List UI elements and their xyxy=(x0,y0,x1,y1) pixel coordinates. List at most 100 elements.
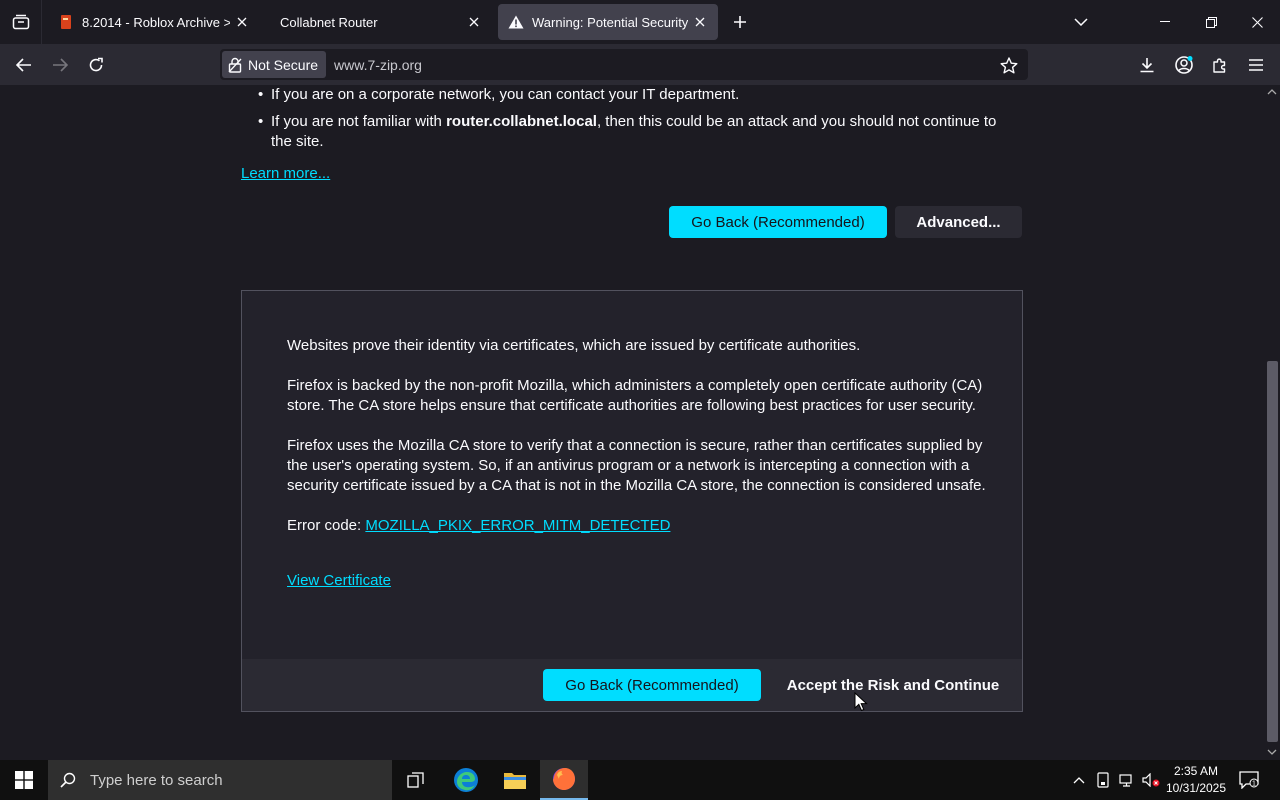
advanced-button[interactable]: Advanced... xyxy=(895,206,1022,238)
page-content: If you are on a corporate network, you c… xyxy=(0,85,1264,760)
tab-label: Warning: Potential Security Risk xyxy=(532,14,688,30)
taskbar-search-box[interactable]: Type here to search xyxy=(48,760,392,800)
navigation-toolbar: Not Secure www.7-zip.org xyxy=(0,44,1280,85)
page-scrollbar[interactable] xyxy=(1264,85,1280,760)
close-window-button[interactable] xyxy=(1234,0,1280,44)
clock-time: 2:35 AM xyxy=(1173,764,1219,778)
account-icon xyxy=(1175,56,1193,74)
puzzle-icon xyxy=(1213,58,1226,73)
info-paragraph: Firefox uses the Mozilla CA store to ver… xyxy=(287,437,986,494)
warning-icon xyxy=(508,14,524,30)
go-back-button[interactable]: Go Back (Recommended) xyxy=(669,206,887,238)
list-item: If you are on a corporate network, you c… xyxy=(258,85,1018,105)
firefox-view-button[interactable] xyxy=(0,0,42,44)
extensions-button[interactable] xyxy=(1205,50,1235,80)
firefox-taskbar-button[interactable] xyxy=(540,760,588,800)
site-security-button[interactable]: Not Secure xyxy=(222,51,327,78)
hostname: router.collabnet.local xyxy=(446,113,597,130)
advanced-info-text: Websites prove their identity via certif… xyxy=(287,336,987,611)
learn-more-link[interactable]: Learn more... xyxy=(241,165,330,182)
account-button[interactable] xyxy=(1169,50,1199,80)
windows-logo-icon xyxy=(15,771,33,789)
search-placeholder: Type here to search xyxy=(90,771,223,789)
accept-risk-button[interactable]: Accept the Risk and Continue xyxy=(769,669,1017,701)
view-certificate-link[interactable]: View Certificate xyxy=(287,572,391,589)
star-icon xyxy=(1000,56,1018,73)
restore-icon xyxy=(1205,16,1217,28)
chevron-down-icon xyxy=(1074,18,1088,26)
tab-bar: 8.2014 - Roblox Archive > Client Collabn… xyxy=(0,0,1280,44)
device-icon xyxy=(1097,772,1109,788)
reload-icon xyxy=(89,57,103,72)
tab-security-warning[interactable]: Warning: Potential Security Risk xyxy=(498,4,718,40)
chevron-up-icon xyxy=(1073,776,1085,783)
list-item: If you are not familiar with router.coll… xyxy=(258,112,1018,152)
file-explorer-taskbar-button[interactable] xyxy=(491,760,539,800)
reload-button[interactable] xyxy=(81,50,111,80)
bookmark-star-button[interactable] xyxy=(998,54,1020,76)
list-all-tabs-button[interactable] xyxy=(1058,0,1104,44)
scroll-down-icon xyxy=(1267,749,1277,755)
advice-text: If you are not familiar with xyxy=(271,113,447,130)
close-tab-icon[interactable] xyxy=(692,14,708,30)
error-code-link[interactable]: MOZILLA_PKIX_ERROR_MITM_DETECTED xyxy=(365,517,670,534)
scrollbar-thumb[interactable] xyxy=(1267,361,1278,742)
insecure-lock-icon xyxy=(228,57,242,73)
svg-text:1: 1 xyxy=(1252,781,1256,788)
start-button[interactable] xyxy=(0,760,48,800)
go-back-button-2[interactable]: Go Back (Recommended) xyxy=(543,669,761,701)
tab-collabnet-router[interactable]: Collabnet Router xyxy=(270,4,492,40)
meet-now-tray-button[interactable] xyxy=(1093,760,1113,800)
firefox-view-icon xyxy=(12,14,29,30)
tab-label: 8.2014 - Roblox Archive > Client xyxy=(82,14,230,30)
back-arrow-icon xyxy=(16,58,31,72)
new-tab-button[interactable] xyxy=(726,8,754,36)
notification-icon: 1 xyxy=(1239,771,1259,789)
notification-center-button[interactable]: 1 xyxy=(1234,760,1264,800)
advice-list: If you are on a corporate network, you c… xyxy=(258,85,1018,159)
hamburger-menu-icon xyxy=(1249,59,1263,71)
restore-button[interactable] xyxy=(1188,0,1234,44)
roblox-archive-icon xyxy=(58,14,74,30)
downloads-button[interactable] xyxy=(1132,50,1162,80)
not-secure-label: Not Secure xyxy=(248,56,319,73)
info-paragraph: Websites prove their identity via certif… xyxy=(287,337,861,354)
volume-tray-button[interactable] xyxy=(1140,760,1162,800)
forward-button[interactable] xyxy=(45,50,75,80)
plus-icon xyxy=(734,16,746,28)
url-text[interactable]: www.7-zip.org xyxy=(334,57,422,73)
folder-icon xyxy=(504,773,526,789)
close-tab-icon[interactable] xyxy=(466,14,482,30)
view-certificate-row: View Certificate xyxy=(287,571,987,591)
panel-footer: Go Back (Recommended) Accept the Risk an… xyxy=(242,659,1022,711)
tab-roblox-archive[interactable]: 8.2014 - Roblox Archive > Client xyxy=(48,4,260,40)
search-icon xyxy=(60,772,76,788)
close-tab-icon[interactable] xyxy=(234,14,250,30)
advice-text: If you are on a corporate network, you c… xyxy=(271,86,740,103)
task-view-icon xyxy=(407,772,424,788)
app-menu-button[interactable] xyxy=(1241,50,1271,80)
windows-taskbar: Type here to search 2:35 AM 10/31/2025 1 xyxy=(0,760,1280,800)
network-tray-button[interactable] xyxy=(1116,760,1138,800)
url-bar[interactable]: Not Secure www.7-zip.org xyxy=(220,49,1028,80)
tab-label: Collabnet Router xyxy=(280,14,378,30)
network-icon xyxy=(1119,774,1132,787)
volume-muted-icon xyxy=(1142,773,1160,787)
edge-icon xyxy=(454,768,478,792)
task-view-button[interactable] xyxy=(392,760,440,800)
download-icon xyxy=(1140,58,1154,73)
mouse-cursor-icon xyxy=(854,692,868,712)
back-button[interactable] xyxy=(9,50,39,80)
clock-date: 10/31/2025 xyxy=(1165,781,1227,795)
edge-taskbar-button[interactable] xyxy=(442,760,490,800)
taskbar-clock[interactable]: 2:35 AM 10/31/2025 xyxy=(1160,763,1232,797)
show-hidden-icons-button[interactable] xyxy=(1068,760,1090,800)
firefox-icon xyxy=(553,768,575,790)
minimize-button[interactable] xyxy=(1142,0,1188,44)
close-icon xyxy=(1251,16,1263,28)
info-paragraph: Firefox is backed by the non-profit Mozi… xyxy=(287,377,983,414)
error-code-label: Error code: xyxy=(287,517,366,534)
advanced-info-panel: Websites prove their identity via certif… xyxy=(241,290,1023,712)
error-code-line: Error code: MOZILLA_PKIX_ERROR_MITM_DETE… xyxy=(287,516,987,536)
scroll-up-icon xyxy=(1267,89,1277,95)
